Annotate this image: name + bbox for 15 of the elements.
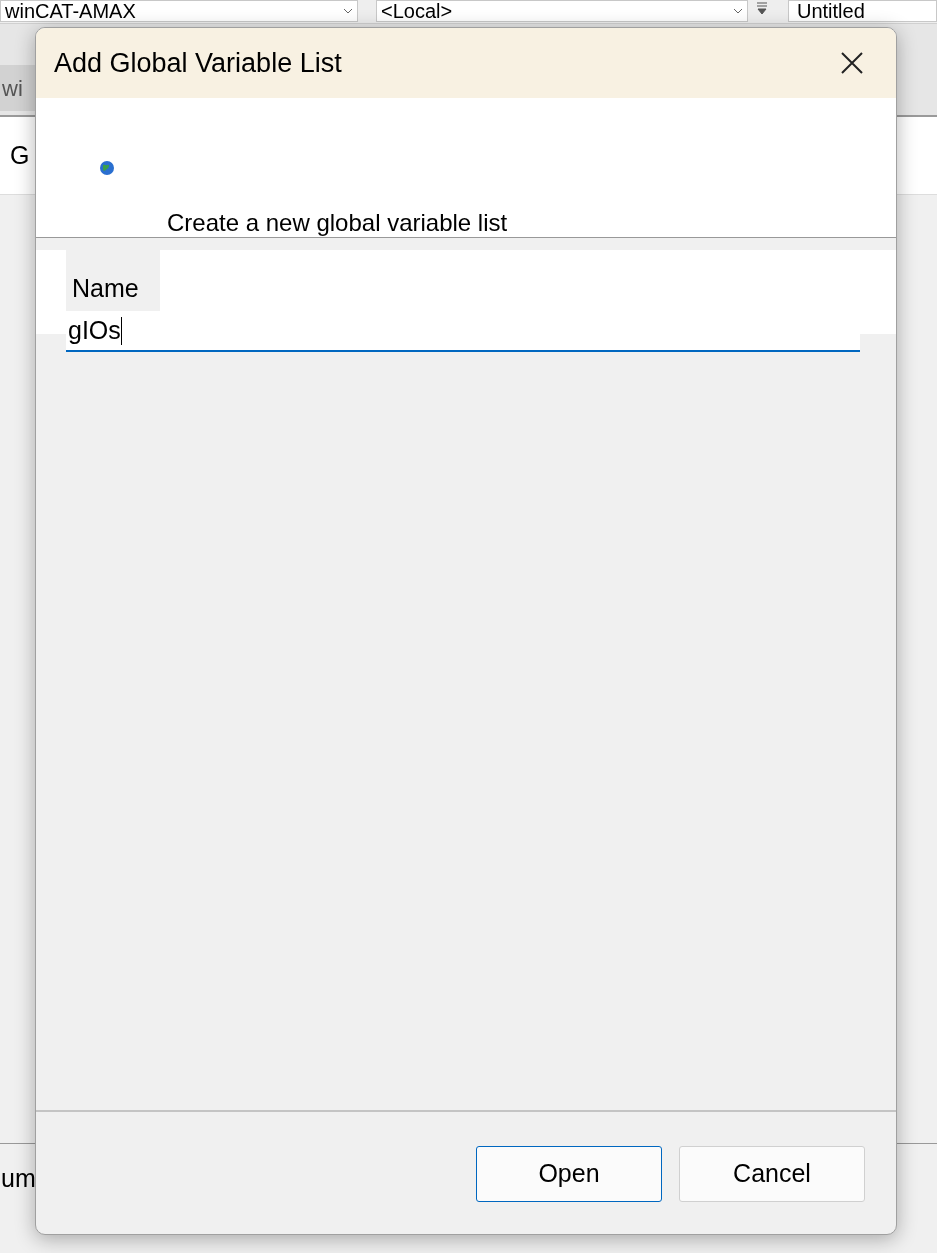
dropdown[interactable]: winCAT-AMAX xyxy=(0,0,358,22)
caret-icon xyxy=(733,8,743,14)
dropdown[interactable]: <Local> xyxy=(376,0,748,22)
caret-icon xyxy=(343,8,353,14)
field-label: Name xyxy=(66,250,160,311)
globe-icon xyxy=(99,160,115,176)
close-icon xyxy=(841,52,863,74)
status-label: um xyxy=(0,1162,36,1194)
header-text: Create a new global variable list xyxy=(167,210,508,236)
document-dropdown[interactable]: Untitled xyxy=(788,0,937,22)
overflow-icon[interactable] xyxy=(756,0,770,16)
dialog-button[interactable]: Open xyxy=(476,1146,662,1202)
row-label: G xyxy=(10,139,30,171)
dialog-button[interactable]: Cancel xyxy=(679,1146,865,1202)
text-cursor xyxy=(120,317,122,345)
